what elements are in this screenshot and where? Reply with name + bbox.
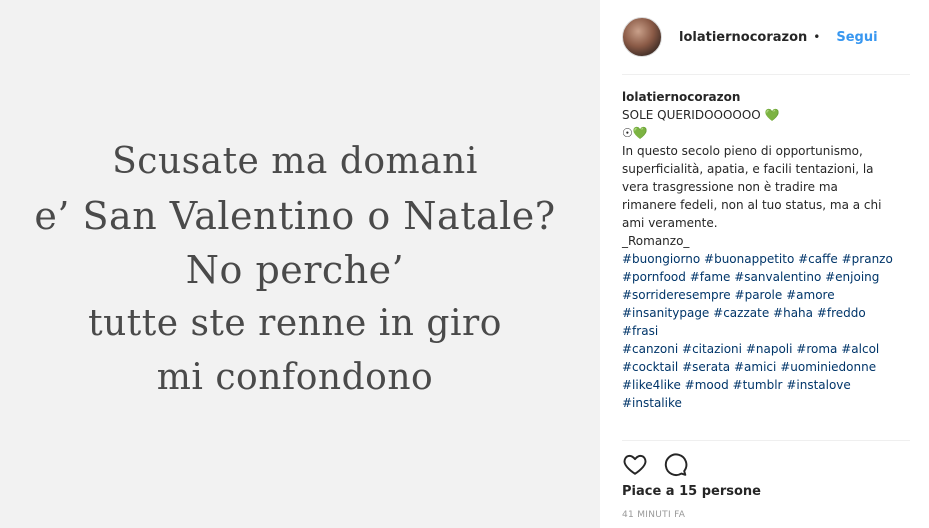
caption-title: SOLE QUERIDOOOOOO 💚 (622, 108, 780, 122)
hashtag-link[interactable]: #amici (734, 360, 776, 374)
action-bar (622, 450, 702, 478)
divider (622, 440, 910, 441)
hashtag-link[interactable]: #caffe (798, 252, 838, 266)
post-header: lolatiernocorazon • Segui (622, 14, 910, 60)
quote-line: tutte ste renne in giro (88, 303, 502, 344)
divider (622, 74, 910, 75)
hashtag-link[interactable]: #sanvalentino (734, 270, 821, 284)
hashtag-link[interactable]: #pranzo (842, 252, 893, 266)
hashtag-link[interactable]: #buongiorno (622, 252, 700, 266)
hashtag-link[interactable]: #instalike (622, 396, 682, 410)
hashtag-link[interactable]: #buonappetito (704, 252, 794, 266)
hashtag-link[interactable]: #fame (690, 270, 731, 284)
hashtag-link[interactable]: #like4like (622, 378, 681, 392)
hashtag-link[interactable]: #parole (735, 288, 783, 302)
post-timestamp: 41 MINUTI FA (622, 510, 686, 520)
comment-icon[interactable] (662, 451, 688, 477)
hashtag-link[interactable]: #napoli (746, 342, 793, 356)
hashtag-link[interactable]: #citazioni (682, 342, 742, 356)
hashtag-link[interactable]: #roma (796, 342, 837, 356)
caption: lolatiernocorazon SOLE QUERIDOOOOOO 💚 ☉💚… (622, 88, 894, 412)
separator-dot: • (813, 30, 821, 44)
hashtag-link[interactable]: #frasi (622, 324, 658, 338)
hashtag-link[interactable]: #freddo (817, 306, 866, 320)
caption-emoji-line: ☉💚 (622, 126, 648, 140)
caption-username[interactable]: lolatiernocorazon (622, 90, 740, 104)
hashtag-link[interactable]: #cazzate (713, 306, 769, 320)
hashtag-link[interactable]: #pornfood (622, 270, 686, 284)
quote-line: No perche’ (185, 248, 405, 292)
caption-signature: _Romanzo_ (622, 234, 690, 248)
hashtag-link[interactable]: #cocktail (622, 360, 678, 374)
hashtag-link[interactable]: #amore (786, 288, 835, 302)
post-image[interactable]: Scusate ma domani e’ San Valentino o Nat… (0, 0, 600, 528)
caption-body: In questo secolo pieno di opportunismo, … (622, 144, 882, 230)
post-quote: Scusate ma domani e’ San Valentino o Nat… (34, 135, 555, 405)
quote-line: Scusate ma domani (112, 141, 478, 182)
quote-line: mi confondono (156, 357, 434, 398)
hashtag-link[interactable]: #serata (682, 360, 730, 374)
hashtag-link[interactable]: #sorrideresempre (622, 288, 731, 302)
avatar[interactable] (622, 17, 662, 57)
header-username[interactable]: lolatiernocorazon (679, 30, 807, 45)
hashtag-link[interactable]: #canzoni (622, 342, 678, 356)
hashtag-link[interactable]: #enjoing (825, 270, 879, 284)
hashtag-link[interactable]: #insanitypage (622, 306, 709, 320)
post-sidebar: lolatiernocorazon • Segui lolatiernocora… (600, 0, 929, 528)
likes-count[interactable]: Piace a 15 persone (622, 484, 761, 499)
hashtag-link[interactable]: #uominiedonne (780, 360, 876, 374)
hashtag-link[interactable]: #tumblr (733, 378, 783, 392)
hashtag-link[interactable]: #alcol (841, 342, 879, 356)
quote-line: e’ San Valentino o Natale? (34, 194, 556, 238)
hashtag-link[interactable]: #instalove (786, 378, 850, 392)
hashtag-list: #buongiorno #buonappetito #caffe #pranzo… (622, 250, 894, 412)
heart-icon[interactable] (622, 451, 648, 477)
hashtag-link[interactable]: #mood (685, 378, 729, 392)
follow-button[interactable]: Segui (836, 30, 877, 45)
hashtag-link[interactable]: #haha (773, 306, 813, 320)
